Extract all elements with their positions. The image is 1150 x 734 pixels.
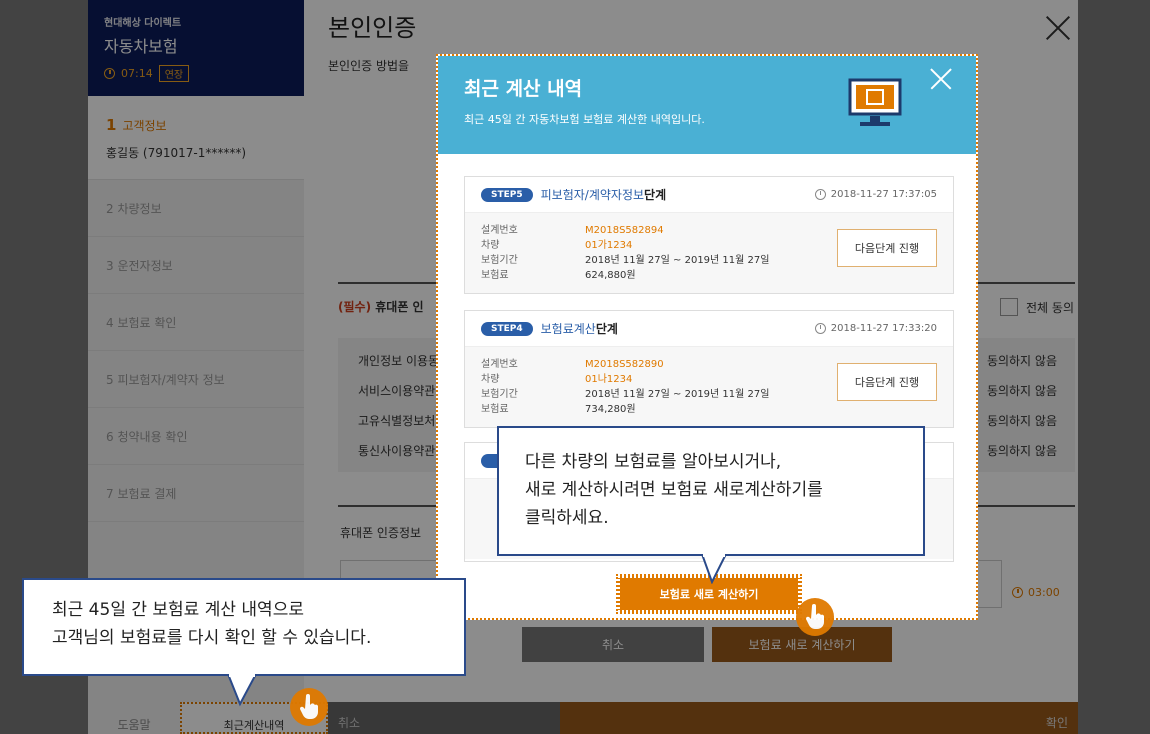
tooltip-line: 다른 차량의 보험료를 알아보시거나, [525, 452, 782, 472]
field-label: 보험료 [481, 404, 509, 415]
tooltip-line: 고객님의 보험료를 다시 확인 할 수 있습니다. [52, 628, 372, 648]
card-title-suffix: 단계 [595, 322, 618, 336]
calc-record-card: STEP4 보험료계산단계 2018-11-27 17:33:20 설계번호 M2… [464, 310, 954, 428]
hand-pointer-icon [796, 598, 834, 636]
hand-pointer-icon [290, 688, 328, 726]
card-title-stage: 피보험자/계약자정보 [540, 188, 645, 202]
card-body: 설계번호 M2018S582894 차량 01가1234 보험기간 2018년 11월… [465, 213, 953, 293]
card-header: STEP5 피보험자/계약자정보단계 2018-11-27 17:37:05 [465, 177, 953, 213]
card-timestamp: 2018-11-27 17:37:05 [814, 189, 937, 200]
modal-close-icon[interactable] [930, 68, 952, 90]
premium-row: 보험료 734,280원 [481, 402, 937, 417]
clock-icon [814, 189, 826, 200]
calc-record-card: STEP5 피보험자/계약자정보단계 2018-11-27 17:37:05 설… [464, 176, 954, 294]
tooltip-tail [700, 554, 728, 584]
field-label: 차량 [481, 374, 500, 385]
contract-number: M2018S582894 [585, 225, 664, 236]
step-badge: STEP4 [481, 321, 533, 336]
premium-row: 보험료 624,880원 [481, 268, 937, 283]
insurance-period: 2018년 11월 27일 ~ 2019년 11월 27일 [585, 255, 770, 266]
recent-tooltip: 최근 45일 간 보험료 계산 내역으로 고객님의 보험료를 다시 확인 할 수… [22, 578, 466, 676]
field-label: 차량 [481, 240, 500, 251]
card-body: 설계번호 M2018S582890 차량 01나1234 보험기간 2018년 11월… [465, 347, 953, 427]
premium-amount: 734,280원 [585, 404, 636, 415]
field-label: 보험기간 [481, 389, 518, 400]
field-label: 설계번호 [481, 225, 518, 236]
tooltip-line: 클릭하세요. [525, 508, 609, 528]
card-title-suffix: 단계 [644, 188, 667, 202]
field-label: 설계번호 [481, 359, 518, 370]
next-step-button[interactable]: 다음단계 진행 [837, 229, 937, 267]
timestamp-value: 2018-11-27 17:37:05 [830, 189, 937, 200]
card-title: 보험료계산단계 [541, 320, 618, 337]
card-title: 피보험자/계약자정보단계 [541, 186, 667, 203]
field-label: 보험기간 [481, 255, 518, 266]
tooltip-line: 최근 45일 간 보험료 계산 내역으로 [52, 600, 304, 620]
monitor-icon [848, 78, 902, 126]
car-number: 01나1234 [585, 374, 633, 385]
step-badge: STEP5 [481, 187, 533, 202]
insurance-period: 2018년 11월 27일 ~ 2019년 11월 27일 [585, 389, 770, 400]
tooltip-tail [226, 674, 258, 707]
timestamp-value: 2018-11-27 17:33:20 [830, 323, 937, 334]
card-header: STEP4 보험료계산단계 2018-11-27 17:33:20 [465, 311, 953, 347]
next-step-button[interactable]: 다음단계 진행 [837, 363, 937, 401]
modal-header: 최근 계산 내역 최근 45일 간 자동차보험 보험료 계산한 내역입니다. [438, 56, 976, 154]
card-title-stage: 보험료계산 [540, 322, 596, 336]
premium-amount: 624,880원 [585, 270, 636, 281]
card-timestamp: 2018-11-27 17:33:20 [814, 323, 937, 334]
recalc-tooltip: 다른 차량의 보험료를 알아보시거나, 새로 계산하시려면 보험료 새로계산하기… [497, 426, 925, 556]
tooltip-line: 새로 계산하시려면 보험료 새로계산하기를 [525, 480, 823, 500]
car-number: 01가1234 [585, 240, 633, 251]
contract-number: M2018S582890 [585, 359, 664, 370]
clock-icon [814, 323, 826, 334]
field-label: 보험료 [481, 270, 509, 281]
